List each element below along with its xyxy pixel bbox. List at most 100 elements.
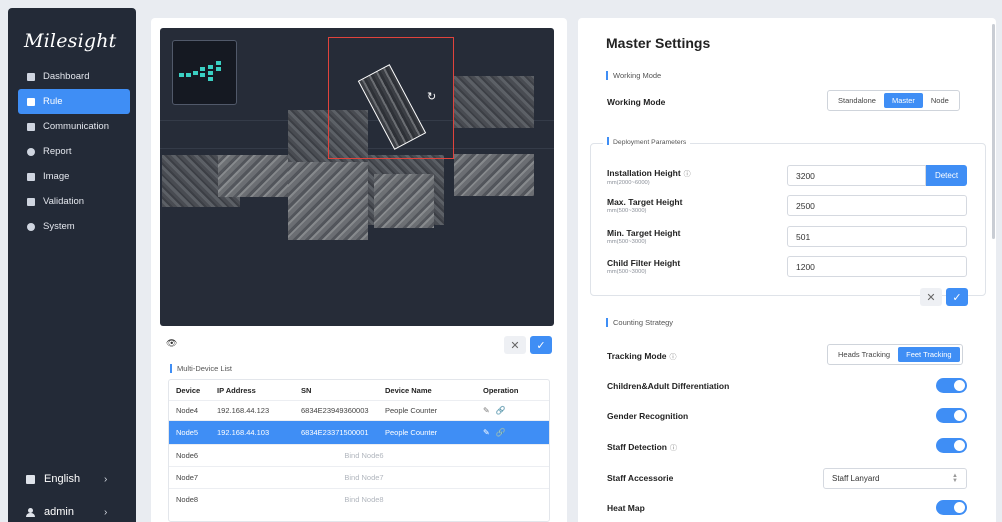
- system-icon: [27, 222, 35, 231]
- working-mode-label: Working Mode: [607, 97, 666, 107]
- sidebar-item-communication[interactable]: Communication: [18, 114, 130, 139]
- deployment-confirm-button[interactable]: ✓: [946, 288, 968, 306]
- working-mode-selector: Standalone Master Node: [827, 90, 960, 111]
- min-target-height-input[interactable]: 501: [787, 226, 967, 247]
- ip-cell: 192.168.44.123: [217, 406, 270, 415]
- children-adult-label: Children&Adult Differentiation: [607, 381, 730, 391]
- user-menu[interactable]: admin ›: [26, 506, 126, 518]
- tracking-mode-selector: Heads Tracking Feet Tracking: [827, 344, 963, 365]
- gender-recognition-label: Gender Recognition: [607, 411, 689, 421]
- staff-accessorie-value: Staff Lanyard: [832, 474, 880, 483]
- staff-accessorie-label: Staff Accessorie: [607, 473, 674, 483]
- bind-node-link[interactable]: Bind Node6: [217, 451, 415, 460]
- heat-map-label: Heat Map: [607, 503, 645, 513]
- rule-icon: [27, 97, 35, 106]
- language-label: English: [44, 473, 81, 485]
- camera-image[interactable]: [454, 154, 534, 196]
- scrollbar[interactable]: [992, 24, 995, 239]
- max-target-height-range: mm(500~3000): [607, 208, 647, 214]
- working-mode-node[interactable]: Node: [923, 93, 957, 108]
- staff-detection-label: Staff Detection ⓘ: [607, 442, 677, 452]
- operation-cell: ✎ 🔗: [483, 406, 549, 415]
- staff-accessorie-select[interactable]: Staff Lanyard ▲ ▼: [823, 468, 967, 489]
- link-icon[interactable]: 🔗: [496, 428, 506, 437]
- bind-node-link[interactable]: Bind Node8: [217, 495, 415, 504]
- tracking-mode-feet[interactable]: Feet Tracking: [898, 347, 960, 362]
- link-icon[interactable]: 🔗: [496, 406, 506, 415]
- camera-image[interactable]: [218, 155, 288, 197]
- sidebar-item-label: System: [43, 221, 75, 232]
- sn-cell: 6834E23949360003: [301, 406, 369, 415]
- camera-image[interactable]: [288, 162, 368, 240]
- device-cell: Node7: [176, 473, 199, 482]
- child-filter-height-input[interactable]: 1200: [787, 256, 967, 277]
- sidebar-item-label: Validation: [43, 196, 85, 207]
- child-filter-height-label: Child Filter Height: [607, 258, 681, 268]
- chevron-right-icon: ›: [104, 506, 108, 518]
- sidebar-item-label: Rule: [43, 96, 63, 107]
- sidebar-item-image[interactable]: Image: [18, 164, 130, 189]
- eye-icon[interactable]: 👁: [166, 338, 177, 349]
- deployment-cancel-button[interactable]: ✕: [920, 288, 942, 306]
- installation-height-input[interactable]: 3200: [787, 165, 926, 186]
- language-selector[interactable]: English ›: [26, 473, 126, 485]
- column-header: IP Address: [217, 385, 256, 395]
- table-row-selected[interactable]: Node5 192.168.44.103 6834E23371500001 Pe…: [169, 420, 549, 444]
- camera-image[interactable]: [374, 174, 434, 228]
- working-mode-master[interactable]: Master: [883, 93, 923, 108]
- children-adult-toggle[interactable]: [936, 378, 967, 393]
- installation-height-range: mm(2000~6000): [607, 180, 650, 186]
- device-cell: Node5: [176, 428, 199, 437]
- app: Milesight Dashboard Rule Communication R…: [0, 0, 1002, 522]
- report-icon: [27, 147, 35, 156]
- working-mode-standalone[interactable]: Standalone: [830, 93, 884, 108]
- table-row[interactable]: Node8 Bind Node8: [169, 488, 549, 510]
- max-target-height-input[interactable]: 2500: [787, 195, 967, 216]
- table-row[interactable]: Node6 Bind Node6: [169, 444, 549, 466]
- bind-node-link[interactable]: Bind Node7: [217, 473, 415, 482]
- info-icon[interactable]: ⓘ: [684, 171, 691, 178]
- heat-map-toggle[interactable]: [936, 500, 967, 515]
- installation-height-label: Installation Height ⓘ: [607, 168, 691, 178]
- tracking-mode-heads[interactable]: Heads Tracking: [830, 347, 898, 362]
- device-table: Device IP Address SN Device Name Operati…: [168, 379, 550, 522]
- table-header: Device IP Address SN Device Name Operati…: [169, 380, 549, 400]
- max-target-height-label: Max. Target Height: [607, 197, 683, 207]
- column-header: Device: [176, 385, 201, 395]
- minimap[interactable]: [172, 40, 237, 105]
- device-cell: Node4: [176, 406, 199, 415]
- sidebar-item-system[interactable]: System: [18, 214, 130, 239]
- detect-button[interactable]: Detect: [926, 165, 967, 186]
- table-row[interactable]: Node7 Bind Node7: [169, 466, 549, 488]
- cancel-button[interactable]: ✕: [504, 336, 526, 354]
- camera-image[interactable]: [454, 76, 534, 128]
- rotate-handle-icon[interactable]: ↻: [427, 90, 436, 103]
- staff-detection-toggle[interactable]: [936, 438, 967, 453]
- counting-strategy-section: Counting Strategy: [606, 318, 673, 327]
- edit-icon[interactable]: ✎: [483, 428, 490, 437]
- sidebar-item-rule[interactable]: Rule: [18, 89, 130, 114]
- tracking-mode-label: Tracking Mode ⓘ: [607, 351, 677, 361]
- info-icon[interactable]: ⓘ: [670, 354, 677, 361]
- stitching-canvas[interactable]: ↻: [160, 28, 554, 326]
- sidebar-item-validation[interactable]: Validation: [18, 189, 130, 214]
- sidebar-item-report[interactable]: Report: [18, 139, 130, 164]
- sidebar-item-dashboard[interactable]: Dashboard: [18, 64, 130, 89]
- edit-icon[interactable]: ✎: [483, 406, 490, 415]
- brand-logo: Milesight: [24, 30, 117, 52]
- user-label: admin: [44, 506, 74, 518]
- table-row[interactable]: Node4 192.168.44.123 6834E23949360003 Pe…: [169, 400, 549, 420]
- sidebar-item-label: Dashboard: [43, 71, 90, 82]
- device-cell: Node8: [176, 495, 199, 504]
- child-filter-height-range: mm(500~3000): [607, 269, 647, 275]
- language-icon: [26, 474, 35, 484]
- stitching-panel: ↻ 👁 ✕ ✓ Multi-Device List Device IP Addr…: [151, 18, 567, 522]
- working-mode-section: Working Mode: [606, 71, 661, 80]
- master-settings-panel: Master Settings Working Mode Working Mod…: [578, 18, 996, 522]
- communication-icon: [27, 122, 35, 131]
- page-title: Master Settings: [606, 35, 711, 51]
- confirm-button[interactable]: ✓: [530, 336, 552, 354]
- gender-recognition-toggle[interactable]: [936, 408, 967, 423]
- sidebar-nav: Dashboard Rule Communication Report Imag…: [8, 64, 136, 239]
- info-icon[interactable]: ⓘ: [670, 445, 677, 452]
